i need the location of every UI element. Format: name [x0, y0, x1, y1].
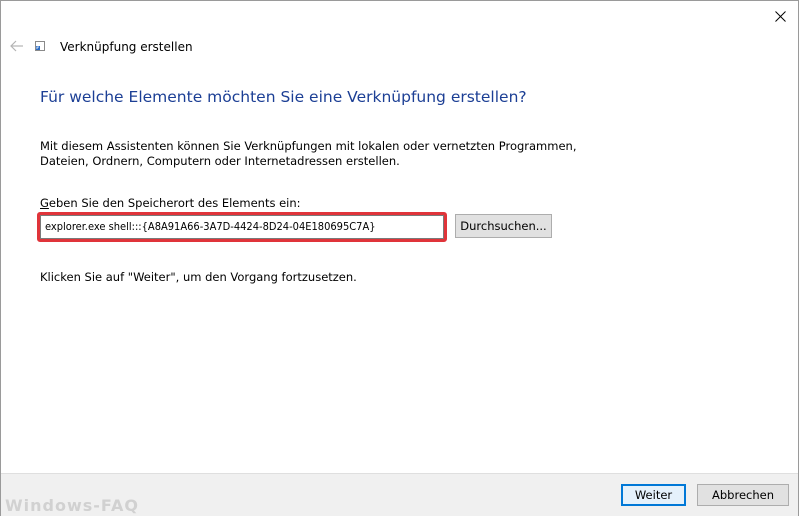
- shortcut-icon: [35, 41, 45, 51]
- next-button[interactable]: Weiter: [621, 484, 686, 506]
- location-label: Geben Sie den Speicherort des Elements e…: [40, 196, 301, 210]
- page-heading: Für welche Elemente möchten Sie eine Ver…: [40, 88, 527, 106]
- location-label-accesskey: G: [40, 196, 49, 210]
- close-icon: [775, 10, 786, 22]
- close-button[interactable]: [763, 1, 798, 31]
- wizard-title: Verknüpfung erstellen: [60, 40, 193, 54]
- location-input[interactable]: explorer.exe shell:::{A8A91A66-3A7D-4424…: [40, 215, 444, 239]
- continue-hint: Klicken Sie auf "Weiter", um den Vorgang…: [40, 270, 357, 284]
- title-bar: [1, 1, 798, 31]
- wizard-description: Mit diesem Assistenten können Sie Verknü…: [40, 139, 577, 168]
- back-button[interactable]: [7, 37, 27, 55]
- cancel-button[interactable]: Abbrechen: [697, 484, 789, 506]
- location-label-text: eben Sie den Speicherort des Elements ei…: [48, 196, 301, 210]
- back-arrow-icon: [10, 40, 23, 52]
- shortcut-wizard-window: Verknüpfung erstellen Für welche Element…: [0, 0, 799, 516]
- browse-button[interactable]: Durchsuchen...: [455, 214, 552, 238]
